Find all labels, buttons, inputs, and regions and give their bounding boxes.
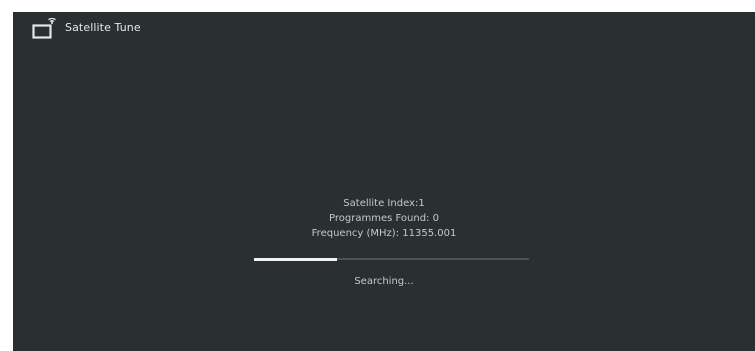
scan-status: Satellite Index:1 Programmes Found: 0 Fr… bbox=[13, 196, 755, 241]
programmes-found-text: Programmes Found: 0 bbox=[329, 213, 439, 224]
tv-satellite-icon bbox=[32, 17, 58, 40]
scan-progress-fill bbox=[254, 257, 337, 261]
frequency-text: Frequency (MHz): 11355.001 bbox=[311, 228, 457, 239]
scan-progress-bar bbox=[254, 257, 529, 261]
page-title: Satellite Tune bbox=[65, 21, 141, 34]
header-bar: Satellite Tune bbox=[13, 12, 755, 46]
tv-screen: Satellite Tune Satellite Index:1 Program… bbox=[13, 12, 755, 351]
satellite-index-text: Satellite Index:1 bbox=[343, 198, 425, 209]
searching-status: Searching... bbox=[354, 276, 414, 287]
